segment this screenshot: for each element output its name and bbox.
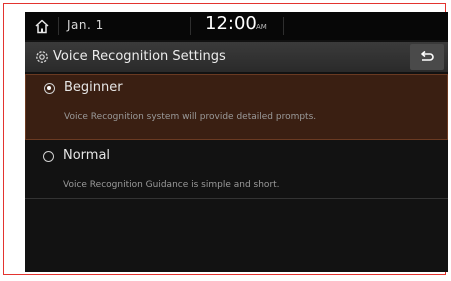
option-label: Normal xyxy=(63,148,111,163)
option-label: Beginner xyxy=(64,80,123,95)
home-button[interactable] xyxy=(29,14,55,38)
list-divider xyxy=(25,198,448,199)
status-divider xyxy=(58,17,59,35)
option-description: Voice Recognition Guidance is simple and… xyxy=(63,180,280,190)
gear-icon xyxy=(36,51,48,63)
title-bar: Voice Recognition Settings xyxy=(25,42,448,72)
status-divider xyxy=(190,17,191,35)
option-description: Voice Recognition system will provide de… xyxy=(64,112,317,122)
radio-button-selected[interactable] xyxy=(44,83,55,94)
date-display: Jan. 1 xyxy=(67,18,104,32)
option-normal[interactable]: 2 Normal Voice Recognition Guidance is s… xyxy=(25,142,448,198)
radio-dot xyxy=(47,86,51,90)
home-icon xyxy=(35,19,49,33)
status-bar: Jan. 1 12:00 AM xyxy=(25,12,448,40)
back-arrow-icon xyxy=(421,50,434,61)
radio-button-unselected[interactable] xyxy=(43,151,54,162)
page-title: Voice Recognition Settings xyxy=(53,49,226,64)
option-beginner[interactable]: 1 Beginner Voice Recognition system will… xyxy=(25,74,448,140)
clock-time: 12:00 xyxy=(205,13,257,34)
clock-ampm: AM xyxy=(256,23,267,31)
status-divider xyxy=(283,17,284,35)
head-unit-screen: Jan. 1 12:00 AM Voice Recognition Settin… xyxy=(25,12,448,272)
back-button[interactable] xyxy=(410,44,444,70)
